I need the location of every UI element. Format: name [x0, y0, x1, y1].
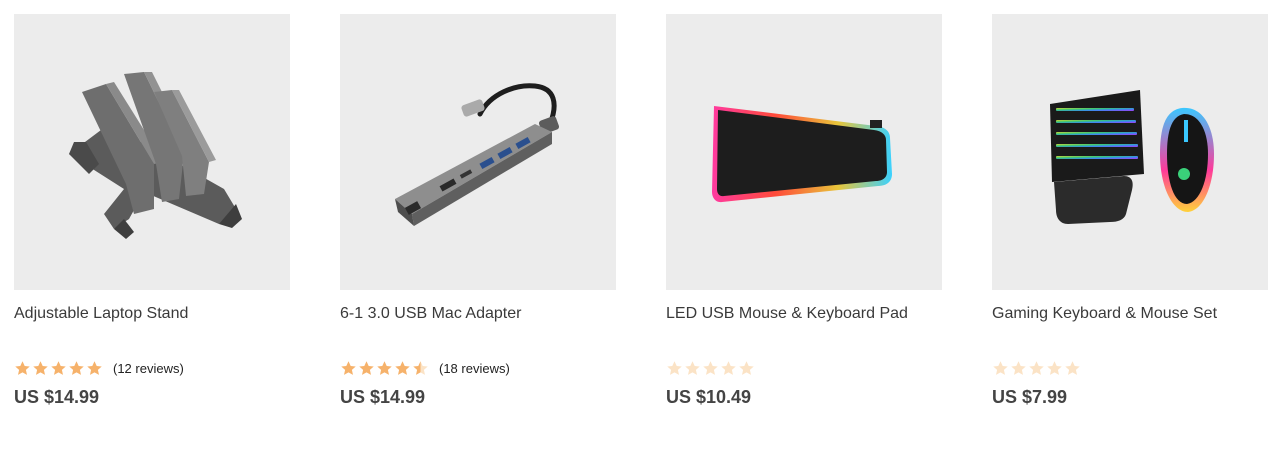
review-count[interactable]: (18 reviews)	[439, 361, 510, 376]
star-rating	[992, 360, 1081, 377]
star-empty-icon	[1065, 360, 1080, 375]
star-rating	[14, 360, 103, 377]
product-image[interactable]	[14, 14, 290, 290]
product-card[interactable]: Adjustable Laptop Stand (12 reviews) US …	[14, 14, 290, 407]
product-price: US $14.99	[340, 387, 426, 407]
star-rating	[666, 360, 755, 377]
product-rating: (18 reviews)	[340, 358, 510, 378]
product-image[interactable]	[340, 14, 616, 290]
product-card[interactable]: 6-1 3.0 USB Mac Adapter (18 reviews) US …	[340, 14, 616, 407]
star-empty-icon	[685, 360, 700, 375]
product-title[interactable]: LED USB Mouse & Keyboard Pad	[666, 304, 942, 324]
product-price: US $14.99	[14, 387, 100, 407]
star-empty-icon	[721, 360, 736, 375]
star-icon	[87, 360, 102, 375]
star-half-icon	[413, 360, 428, 375]
product-image[interactable]	[992, 14, 1268, 290]
gaming-keyboard-mouse-image	[1050, 90, 1214, 224]
product-card[interactable]: Gaming Keyboard & Mouse Set US $7.99	[992, 14, 1268, 407]
star-icon	[395, 360, 410, 375]
product-price: US $10.49	[666, 387, 752, 407]
led-mouse-pad-image	[712, 106, 892, 203]
usb-adapter-image	[395, 83, 560, 226]
laptop-stand-image	[69, 72, 242, 239]
star-empty-icon	[1047, 360, 1062, 375]
star-icon	[69, 360, 84, 375]
star-empty-icon	[739, 360, 754, 375]
product-image[interactable]	[666, 14, 942, 290]
product-rating: (12 reviews)	[14, 358, 184, 378]
star-icon	[51, 360, 66, 375]
star-empty-icon	[1029, 360, 1044, 375]
star-icon	[359, 360, 374, 375]
star-icon	[15, 360, 30, 375]
star-icon	[33, 360, 48, 375]
product-title[interactable]: 6-1 3.0 USB Mac Adapter	[340, 304, 616, 324]
star-empty-icon	[993, 360, 1008, 375]
product-price: US $7.99	[992, 387, 1068, 407]
product-grid: Adjustable Laptop Stand (12 reviews) US …	[0, 0, 1280, 460]
product-rating	[992, 358, 1081, 378]
product-rating	[666, 358, 755, 378]
star-empty-icon	[703, 360, 718, 375]
star-rating	[340, 360, 429, 377]
product-card[interactable]: LED USB Mouse & Keyboard Pad US $10.49	[666, 14, 942, 407]
product-title[interactable]: Adjustable Laptop Stand	[14, 304, 290, 324]
star-empty-icon	[1011, 360, 1026, 375]
review-count[interactable]: (12 reviews)	[113, 361, 184, 376]
star-icon	[377, 360, 392, 375]
star-empty-icon	[667, 360, 682, 375]
star-icon	[341, 360, 356, 375]
product-title[interactable]: Gaming Keyboard & Mouse Set	[992, 304, 1268, 324]
